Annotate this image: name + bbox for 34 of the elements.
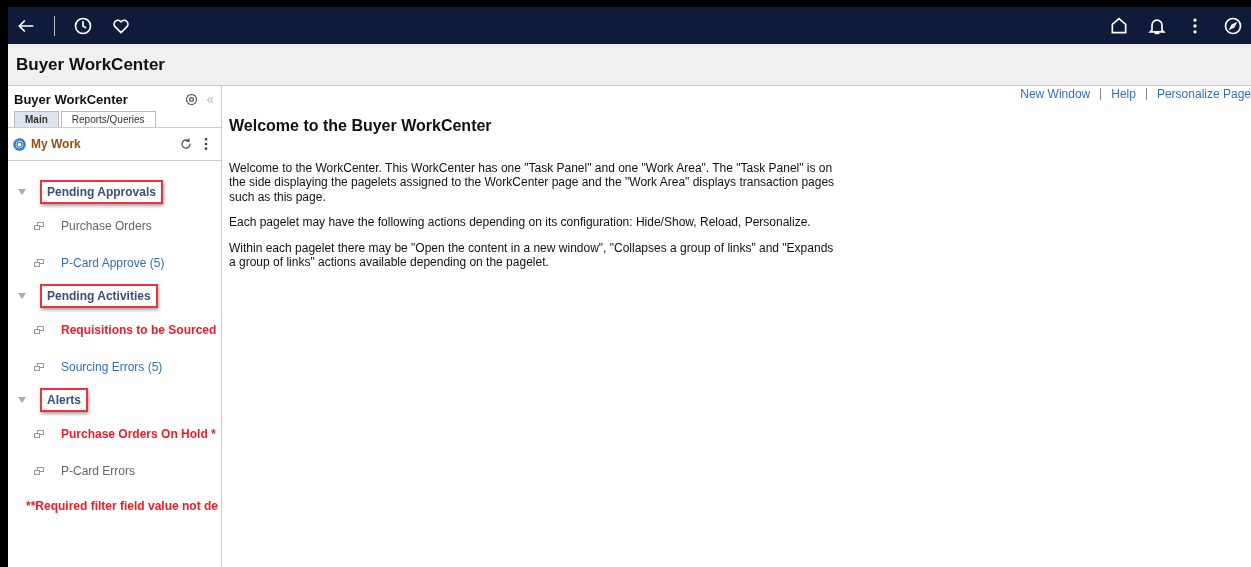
task-link[interactable]: P-Card Approve (5)	[61, 255, 165, 270]
window-icon	[34, 258, 44, 267]
settings-icon[interactable]	[184, 92, 199, 107]
refresh-icon[interactable]	[179, 137, 193, 151]
home-icon[interactable]	[1109, 15, 1129, 36]
footnote: **Required filter field value not de	[25, 498, 220, 513]
group-link[interactable]: Alerts	[40, 388, 88, 412]
panel-title: Buyer WorkCenter	[14, 92, 129, 107]
history-icon[interactable]	[73, 15, 93, 36]
compass-icon[interactable]	[1223, 15, 1243, 36]
top-link[interactable]: Personalize Page	[1156, 87, 1251, 101]
gear-icon	[12, 136, 27, 152]
pagelet-title: My Work	[31, 137, 82, 151]
task-link[interactable]: Purchase Orders On Hold *	[61, 426, 216, 441]
task-link[interactable]: Sourcing Errors (5)	[61, 359, 163, 374]
window-icon	[34, 325, 44, 334]
page-title: Buyer WorkCenter	[8, 44, 1251, 86]
window-icon	[34, 221, 44, 230]
window-icon	[34, 362, 44, 371]
task-link[interactable]: Requisitions to be Sourced	[61, 322, 217, 337]
group-link[interactable]: Pending Approvals	[40, 180, 163, 204]
task-link[interactable]: P-Card Errors	[61, 463, 135, 478]
window-icon	[34, 429, 44, 438]
paragraph: Each pagelet may have the following actions depending on its configuration: Hide/Show, Reload, Personalize.	[229, 215, 812, 230]
group-link[interactable]: Pending Activities	[40, 284, 158, 308]
top-link[interactable]: Help	[1111, 87, 1136, 101]
tab[interactable]: Main	[14, 111, 59, 127]
top-link[interactable]: New Window	[1020, 87, 1091, 101]
content-heading: Welcome to the Buyer WorkCenter	[229, 117, 493, 135]
window-icon	[34, 466, 44, 475]
task-link[interactable]: Purchase Orders	[61, 218, 152, 233]
paragraph: Within each pagelet there may be "Open the content in a new window", "Collapses a group of links" and "Expands a group of links" actions available depending on the pagelet.	[229, 240, 835, 270]
tab[interactable]: Reports/Queries	[60, 111, 156, 127]
paragraph: Welcome to the WorkCenter. This WorkCenter has one "Task Panel" and one "Work Area". The "Task Panel" is on the side displaying the pagelets assigned to the WorkCenter page and the "Work Area" displays transaction pages such as this page.	[229, 161, 836, 205]
